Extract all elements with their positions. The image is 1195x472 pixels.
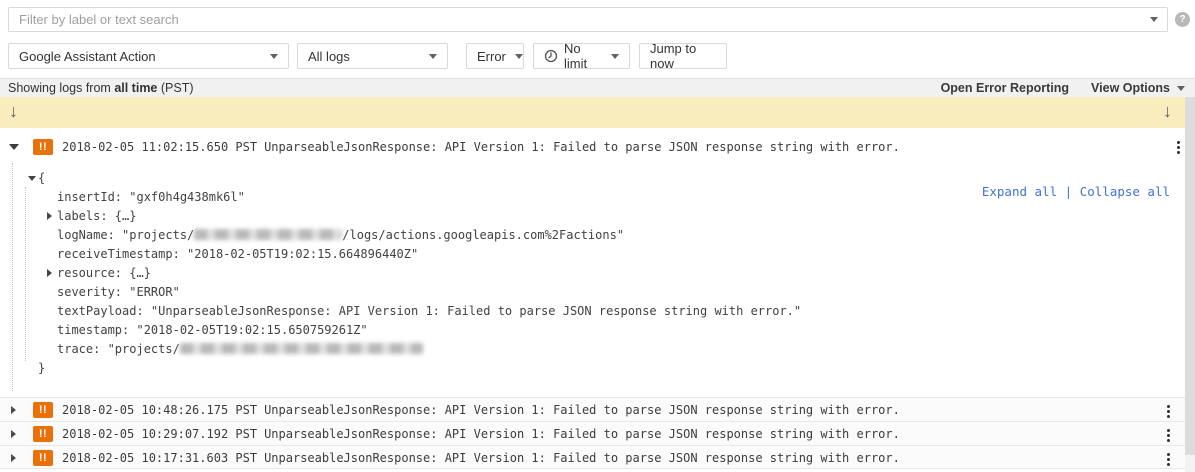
error-severity-badge-icon: !!	[33, 402, 53, 418]
expand-triangle-icon[interactable]	[47, 269, 52, 277]
chevron-down-icon	[611, 54, 619, 59]
time-limit-select[interactable]: No limit	[533, 43, 630, 69]
severity-select[interactable]: Error	[466, 43, 524, 69]
expand-all-link[interactable]: Expand all	[982, 184, 1057, 199]
tree-indent-guide	[12, 163, 13, 391]
resource-select-value: Google Assistant Action	[19, 49, 270, 64]
json-line-timestamp: timestamp: "2018-02-05T19:02:15.65075926…	[28, 321, 801, 340]
log-message: UnparseableJsonResponse: API Version 1: …	[264, 403, 900, 417]
log-entry-collapsed[interactable]: !! 2018-02-05 10:29:07.192 PST Unparseabl…	[0, 421, 1185, 445]
error-severity-badge-icon: !!	[33, 450, 53, 466]
entry-menu-icon[interactable]	[1167, 429, 1171, 442]
json-line-trace: trace: "projects/	[28, 340, 801, 359]
search-input[interactable]	[8, 7, 1168, 32]
vertical-scrollbar[interactable]	[1185, 97, 1195, 472]
expand-triangle-icon[interactable]	[11, 430, 16, 438]
help-icon[interactable]: ?	[1175, 12, 1190, 27]
scroll-down-arrow-icon[interactable]: ↓	[9, 101, 18, 122]
open-error-reporting-link[interactable]: Open Error Reporting	[941, 81, 1069, 95]
collapse-all-link[interactable]: Collapse all	[1080, 184, 1170, 199]
chevron-down-icon	[429, 54, 437, 59]
log-entry-list: !! 2018-02-05 10:48:26.175 PST Unparseabl…	[0, 397, 1185, 469]
error-severity-badge-icon: !!	[33, 139, 53, 155]
json-line-resource[interactable]: resource: {…}	[28, 264, 801, 283]
json-close-line: }	[28, 359, 801, 378]
json-payload-viewer: { insertId: "gxf0h4g438mk6l" labels: {…}…	[28, 169, 801, 378]
scrollbar-thumb[interactable]	[1185, 97, 1195, 455]
severity-select-value: Error	[477, 49, 506, 64]
json-line-textpayload: textPayload: "UnparseableJsonResponse: A…	[28, 302, 801, 321]
chevron-down-icon	[270, 54, 278, 59]
chevron-down-icon[interactable]	[1150, 17, 1158, 22]
status-bar: Showing logs from all time (PST) Open Er…	[0, 78, 1195, 97]
jump-to-now-label: Jump to now	[650, 41, 716, 71]
jump-to-now-button[interactable]: Jump to now	[639, 43, 727, 69]
expand-triangle-icon[interactable]	[11, 406, 16, 414]
log-entry-collapsed[interactable]: !! 2018-02-05 10:17:31.603 PST Unparseabl…	[0, 445, 1185, 469]
logs-select-value: All logs	[308, 49, 429, 64]
log-timestamp: 2018-02-05 10:17:31.603 PST	[62, 451, 257, 465]
resource-select[interactable]: Google Assistant Action	[8, 43, 289, 69]
expand-triangle-icon[interactable]	[11, 454, 16, 462]
log-timestamp: 2018-02-05 10:29:07.192 PST	[62, 427, 257, 441]
view-options-button[interactable]: View Options	[1091, 81, 1185, 95]
redacted-trace-id	[180, 343, 423, 354]
view-options-label: View Options	[1091, 81, 1170, 95]
log-timestamp: 2018-02-05 11:02:15.650 PST	[62, 140, 257, 154]
json-line-logname: logName: "projects//logs/actions.googlea…	[28, 226, 801, 245]
chevron-down-icon	[1177, 86, 1185, 91]
chevron-down-icon	[515, 54, 523, 59]
logs-viewer: ? Google Assistant Action All logs Error…	[0, 0, 1195, 472]
links-separator: |	[1057, 184, 1080, 199]
collapse-triangle-icon[interactable]	[9, 144, 19, 150]
entry-menu-icon[interactable]	[1167, 453, 1171, 466]
json-root-line[interactable]: {	[28, 169, 801, 188]
json-line-receivetimestamp: receiveTimestamp: "2018-02-05T19:02:15.6…	[28, 245, 801, 264]
expand-triangle-icon[interactable]	[47, 212, 52, 220]
log-entry-expanded[interactable]: !! 2018-02-05 11:02:15.650 PST Unparseabl…	[0, 134, 1185, 160]
json-line-labels[interactable]: labels: {…}	[28, 207, 801, 226]
log-message: UnparseableJsonResponse: API Version 1: …	[264, 140, 900, 154]
redacted-project-id	[194, 229, 342, 240]
load-older-newer-band: ↓ ↓	[0, 97, 1185, 128]
collapse-triangle-icon[interactable]	[28, 176, 36, 181]
showing-logs-text: Showing logs from all time (PST)	[8, 81, 194, 95]
log-timestamp: 2018-02-05 10:48:26.175 PST	[62, 403, 257, 417]
expand-collapse-links: Expand all | Collapse all	[952, 169, 1170, 214]
log-message: UnparseableJsonResponse: API Version 1: …	[264, 451, 900, 465]
log-message: UnparseableJsonResponse: API Version 1: …	[264, 427, 900, 441]
tree-indent-guide	[25, 187, 26, 361]
clock-icon	[544, 49, 558, 63]
time-limit-select-value: No limit	[564, 41, 605, 71]
json-line-insertid: insertId: "gxf0h4g438mk6l"	[28, 188, 801, 207]
log-entry-collapsed[interactable]: !! 2018-02-05 10:48:26.175 PST Unparseabl…	[0, 397, 1185, 421]
entry-menu-icon[interactable]	[1167, 405, 1171, 418]
scroll-down-arrow-icon[interactable]: ↓	[1163, 101, 1172, 122]
error-severity-badge-icon: !!	[33, 426, 53, 442]
json-line-severity: severity: "ERROR"	[28, 283, 801, 302]
entry-menu-icon[interactable]	[1177, 141, 1181, 154]
logs-select[interactable]: All logs	[297, 43, 448, 69]
